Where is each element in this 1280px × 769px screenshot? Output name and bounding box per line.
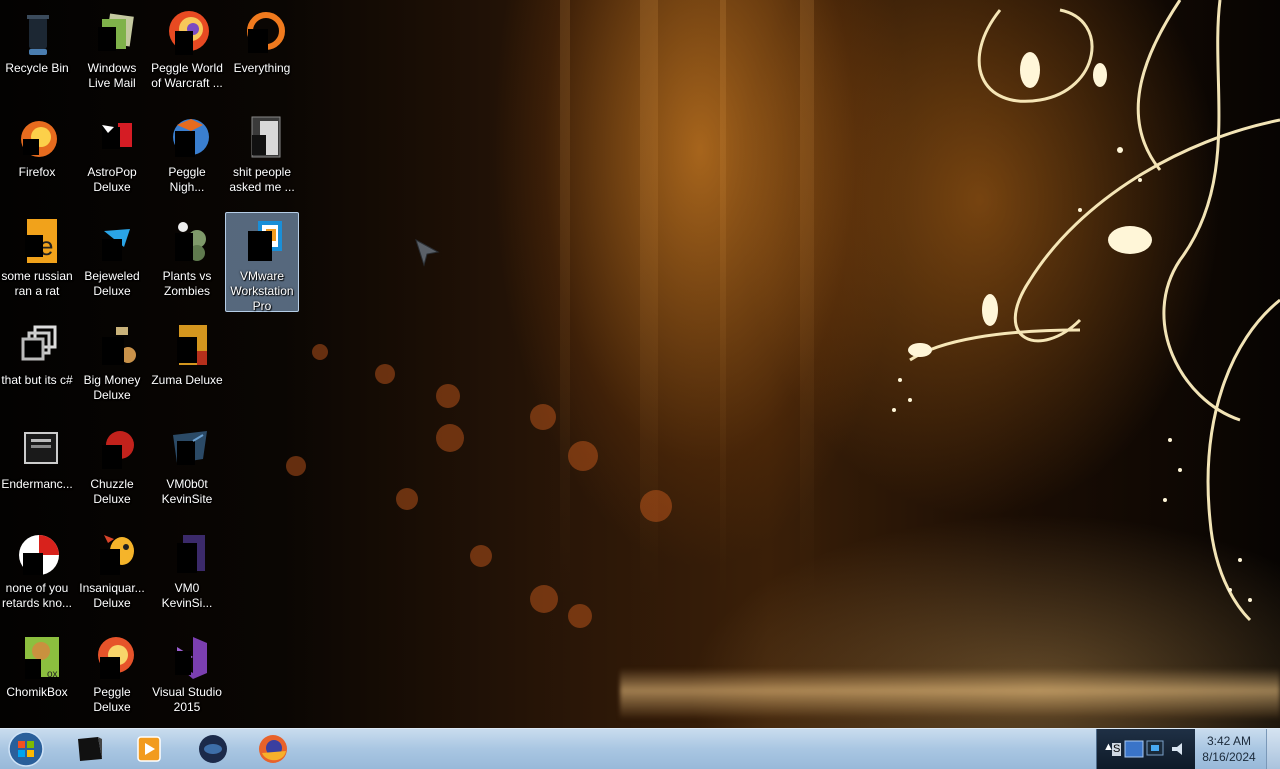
golden-swirl-decoration — [892, 0, 1280, 622]
pie-chart-icon — [13, 529, 61, 577]
desktop-icon-zuma-deluxe[interactable]: Zuma Deluxe — [150, 316, 224, 416]
desktop-icon-windows-live-mail[interactable]: Windows Live Mail — [75, 4, 149, 104]
icon-label: AstroPop Deluxe — [87, 165, 137, 194]
icon-label: none of you retards kno... — [1, 581, 73, 610]
taskbar: ▲ S 3:42 AM 8/16/2024 — [0, 728, 1280, 769]
icon-label: Everything — [233, 61, 291, 75]
big-money-deluxe-icon — [88, 321, 136, 369]
system-clock[interactable]: 3:42 AM 8/16/2024 — [1194, 729, 1264, 769]
desktop-icon-insaniquarium-deluxe[interactable]: Insaniquar... Deluxe — [75, 524, 149, 624]
desktop-icon-peggle-deluxe[interactable]: Peggle Deluxe — [75, 628, 149, 728]
icon-label: VM0b0t KevinSite — [161, 477, 213, 506]
desktop-wallpaper[interactable]: Recycle Bin Firefox e some russian ran a… — [0, 0, 1280, 728]
network-tray-icon[interactable] — [1143, 737, 1167, 761]
taskbar-pin-media-player[interactable] — [124, 731, 174, 767]
taskbar-pin-globe[interactable] — [188, 731, 238, 767]
desktop-icon-visual-studio-2015[interactable]: Visual Studio 2015 — [150, 628, 224, 728]
icon-label: some russian ran a rat — [1, 269, 73, 298]
icon-label: Peggle World of Warcraft ... — [151, 61, 223, 90]
desktop-icon-bejeweled-deluxe[interactable]: Bejeweled Deluxe — [75, 212, 149, 312]
desktop-icon-some-russian-ran-a-rat[interactable]: e some russian ran a rat — [0, 212, 74, 312]
chomikbox-icon: ox — [13, 633, 61, 681]
desktop-icon-plants-vs-zombies[interactable]: Plants vs Zombies — [150, 212, 224, 312]
desktop-icon-recycle-bin[interactable]: Recycle Bin — [0, 4, 74, 104]
icon-label: Windows Live Mail — [87, 61, 137, 90]
firefox-icon — [13, 113, 61, 161]
tray-letter: S — [1112, 743, 1122, 756]
desktop-icon-chuzzle-deluxe[interactable]: Chuzzle Deluxe — [75, 420, 149, 520]
plants-vs-zombies-icon — [163, 217, 211, 265]
visual-studio-icon — [163, 633, 211, 681]
desktop-icon-peggle-world-of-warcraft[interactable]: Peggle World of Warcraft ... — [150, 4, 224, 104]
icon-label: ChomikBox — [6, 685, 68, 699]
desktop-icon-everything[interactable]: Everything — [225, 4, 299, 104]
desktop-icon-peggle-nights[interactable]: Peggle Nigh... — [150, 108, 224, 208]
show-desktop-button[interactable] — [1266, 729, 1280, 769]
icon-label: Plants vs Zombies — [162, 269, 212, 298]
zuma-deluxe-icon — [163, 321, 211, 369]
icon-label: Bejeweled Deluxe — [84, 269, 140, 298]
notification-area: ▲ S — [1096, 729, 1195, 769]
icon-label: Endermanc... — [1, 477, 73, 491]
insaniquarium-deluxe-icon — [88, 529, 136, 577]
bejeweled-deluxe-icon — [88, 217, 136, 265]
icon-label: VM0 KevinSi... — [161, 581, 213, 610]
icon-label: Peggle Deluxe — [93, 685, 131, 714]
computer-case-icon — [78, 737, 102, 761]
desktop-icon-that-but-its-c-sharp[interactable]: that but its c# — [0, 316, 74, 416]
icon-label: Firefox — [18, 165, 56, 179]
peggle-deluxe-icon — [88, 633, 136, 681]
taskbar-pin-computer[interactable] — [64, 731, 114, 767]
desktop-icon-vm0b0t-kevinsite[interactable]: VM0b0t KevinSite — [150, 420, 224, 520]
volume-tray-icon[interactable] — [1169, 739, 1189, 759]
desktop-icon-none-of-you[interactable]: none of you retards kno... — [0, 524, 74, 624]
taskbar-pin-firefox[interactable] — [248, 731, 298, 767]
firefox-icon — [259, 735, 287, 763]
desktop-icon-chomikbox[interactable]: ox ChomikBox — [0, 628, 74, 728]
astropop-deluxe-icon — [88, 113, 136, 161]
desktop-icon-endermanc[interactable]: Endermanc... — [0, 420, 74, 520]
clock-time: 3:42 AM — [1206, 734, 1252, 748]
program-window-icon — [13, 425, 61, 473]
icon-label: Recycle Bin — [5, 61, 69, 75]
icon-label: VMware Workstation Pro — [230, 269, 294, 313]
icon-label: that but its c# — [1, 373, 73, 387]
desktop-icon-firefox[interactable]: Firefox — [0, 108, 74, 208]
clock-date: 8/16/2024 — [1202, 750, 1256, 764]
folder-stack-icon — [13, 321, 61, 369]
icon-label: Zuma Deluxe — [151, 373, 223, 387]
media-player-icon — [137, 736, 161, 762]
folder-icon — [238, 113, 286, 161]
vmware-workstation-icon — [238, 217, 286, 265]
device-tray-icon[interactable] — [1123, 737, 1145, 761]
windows-live-mail-icon — [88, 9, 136, 57]
vm0-kevinsite-icon — [163, 529, 211, 577]
desktop-icon-vmware-workstation-pro[interactable]: VMware Workstation Pro — [225, 212, 299, 313]
mouse-cursor-icon — [415, 238, 440, 267]
peggle-world-of-warcraft-icon — [163, 9, 211, 57]
everything-search-icon — [238, 9, 286, 57]
peggle-nights-icon — [163, 113, 211, 161]
icon-label: Big Money Deluxe — [83, 373, 141, 402]
icon-label: shit people asked me ... — [229, 165, 295, 194]
vm0b0t-kevinsite-icon — [163, 425, 211, 473]
icon-label: Chuzzle Deluxe — [90, 477, 134, 506]
icon-label: Peggle Nigh... — [168, 165, 206, 194]
globe-browser-icon — [199, 735, 227, 763]
desktop-icon-vm0-kevinsite[interactable]: VM0 KevinSi... — [150, 524, 224, 624]
icon-label: Visual Studio 2015 — [152, 685, 222, 714]
start-button[interactable] — [4, 730, 48, 768]
icon-label: Insaniquar... Deluxe — [79, 581, 145, 610]
desktop-icon-astropop-deluxe[interactable]: AstroPop Deluxe — [75, 108, 149, 208]
chuzzle-deluxe-icon — [88, 425, 136, 473]
text-document-icon: e — [13, 217, 61, 265]
svg-text:ox: ox — [47, 669, 58, 680]
recycle-bin-icon — [13, 9, 61, 57]
desktop-icon-shit-people-asked-me[interactable]: shit people asked me ... — [225, 108, 299, 208]
desktop-icon-big-money-deluxe[interactable]: Big Money Deluxe — [75, 316, 149, 416]
windows-start-orb-icon — [8, 731, 44, 767]
